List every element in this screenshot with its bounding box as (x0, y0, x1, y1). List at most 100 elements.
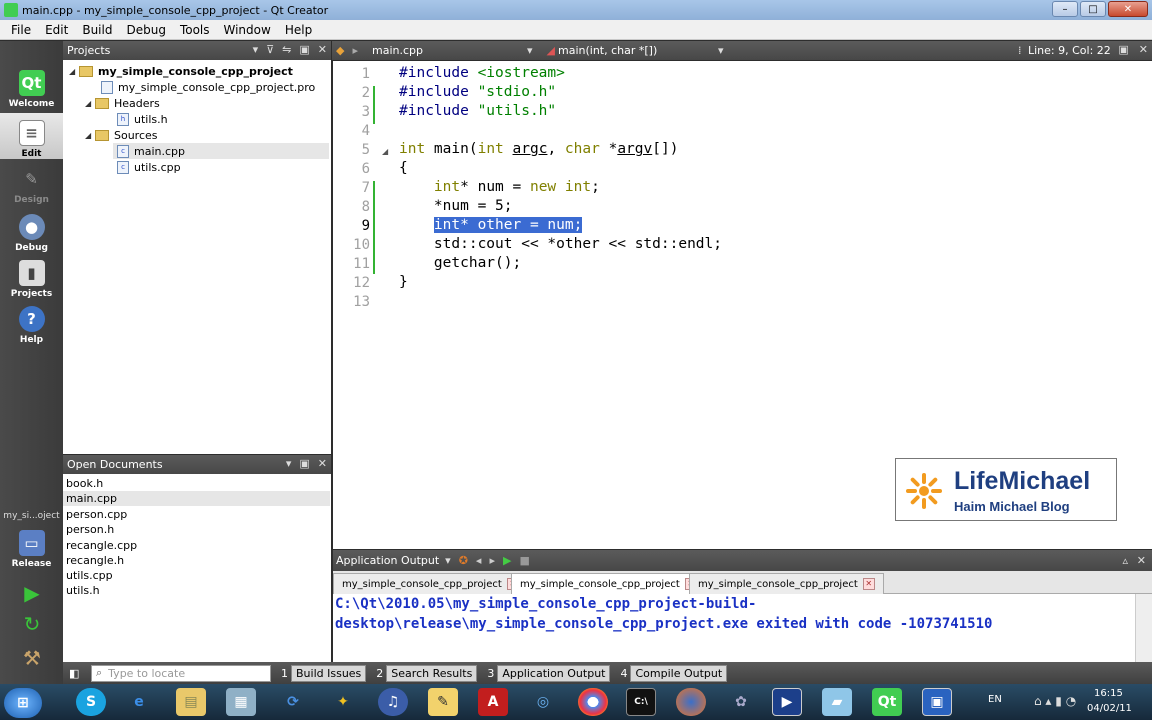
dropdown-icon[interactable]: ▾ (253, 43, 259, 56)
window-icon[interactable]: ▰ (822, 688, 852, 716)
open-document-item[interactable]: person.h (63, 522, 330, 537)
paint-icon[interactable]: ✿ (726, 688, 756, 716)
pane-build-issues[interactable]: 1 Build Issues (281, 664, 367, 682)
tray-icons[interactable]: ⌂ ▴ ▮ ◔ (1034, 694, 1076, 708)
control-panel-icon[interactable]: ▦ (226, 688, 256, 716)
qt-creator-taskbar-icon[interactable]: Qt (872, 688, 902, 716)
output-scrollbar[interactable] (1135, 594, 1152, 662)
pane-application-output[interactable]: 3 Application Output (487, 664, 611, 682)
close-button[interactable]: ✕ (1108, 1, 1148, 17)
open-document-item[interactable]: recangle.cpp (63, 538, 330, 553)
open-document-item[interactable]: recangle.h (63, 553, 330, 568)
build-hammer-icon[interactable]: ⚒ (17, 645, 47, 671)
open-document-item[interactable]: book.h (63, 476, 330, 491)
project-tree: ◢ my_simple_console_cpp_project my_simple… (63, 60, 331, 454)
stop-icon[interactable]: ✪ (459, 554, 468, 567)
menu-bar: File Edit Build Debug Tools Window Help (0, 20, 1152, 40)
tree-sources-folder[interactable]: ◢ Sources (85, 127, 158, 143)
tree-file-main-cpp[interactable]: c main.cpp (113, 143, 329, 159)
notepad-icon[interactable]: ✎ (428, 688, 458, 716)
link-icon[interactable]: ⇋ (282, 43, 291, 56)
prev-icon[interactable]: ◂ (476, 554, 482, 567)
locator-input[interactable]: ⌕ Type to locate (91, 664, 271, 682)
function-selector[interactable]: main(int, char *[]) (558, 44, 718, 57)
dropdown-icon[interactable]: ▾ (445, 554, 451, 567)
menu-window[interactable]: Window (224, 23, 271, 37)
remote-desktop-icon[interactable]: ▣ (922, 688, 952, 716)
firefox-icon[interactable] (676, 688, 706, 716)
pane-compile-output[interactable]: 4 Compile Output (620, 664, 728, 682)
tree-file-utils-cpp[interactable]: c utils.cpp (117, 159, 181, 175)
mode-design[interactable]: ✎ Design (0, 159, 63, 205)
tree-project-root[interactable]: ◢ my_simple_console_cpp_project (69, 63, 293, 79)
chrome-icon[interactable] (578, 688, 608, 716)
safari-icon[interactable]: ◎ (528, 688, 558, 716)
maximize-pane-icon[interactable]: ▵ (1122, 554, 1128, 567)
run-icon[interactable]: ▶ (503, 554, 511, 567)
run-icon[interactable]: ▶ (17, 580, 47, 606)
filter-icon[interactable]: ⊽ (266, 43, 274, 56)
clear-icon[interactable]: ■ (519, 554, 529, 567)
mode-projects[interactable]: ▮ Projects (0, 253, 63, 299)
mode-debug[interactable]: ● Debug (0, 207, 63, 253)
pane-search-results[interactable]: 2 Search Results (376, 664, 478, 682)
menu-tools[interactable]: Tools (180, 23, 210, 37)
split-icon[interactable]: ▣ (299, 43, 309, 56)
next-icon[interactable]: ▸ (489, 554, 495, 567)
menu-build[interactable]: Build (82, 23, 112, 37)
close-icon[interactable]: ✕ (318, 43, 327, 56)
tree-headers-folder[interactable]: ◢ Headers (85, 95, 160, 111)
dropdown-icon[interactable]: ▾ (286, 457, 292, 470)
output-tab-active[interactable]: my_simple_console_cpp_project✕ (511, 573, 706, 594)
open-document-item[interactable]: utils.cpp (63, 568, 330, 583)
internet-explorer-icon[interactable]: e (124, 688, 154, 716)
split-icon[interactable]: ▣ (299, 457, 309, 470)
file-selector[interactable]: main.cpp (372, 44, 527, 57)
back-arrow-icon[interactable]: ◆ (336, 44, 344, 57)
open-document-item[interactable]: main.cpp (63, 491, 330, 506)
mode-help[interactable]: ? Help (0, 299, 63, 345)
target-selector[interactable]: ▭ Release (0, 523, 63, 569)
minimize-button[interactable]: – (1052, 1, 1078, 17)
fold-marker-icon[interactable]: ◢ (382, 147, 388, 156)
mode-welcome[interactable]: Qt Welcome (0, 63, 63, 109)
menu-help[interactable]: Help (285, 23, 312, 37)
forward-arrow-icon[interactable]: ▸ (352, 44, 358, 57)
tree-pro-file[interactable]: my_simple_console_cpp_project.pro (101, 79, 315, 95)
itunes-icon[interactable]: ♫ (378, 688, 408, 716)
projects-panel-header: Projects ▾ ⊽ ⇋ ▣ ✕ (63, 41, 331, 60)
menu-debug[interactable]: Debug (126, 23, 165, 37)
split-icon[interactable]: ▣ (1118, 43, 1128, 56)
clock-date[interactable]: 04/02/11 (1087, 703, 1132, 714)
dropdown-icon[interactable]: ▾ (527, 44, 533, 57)
skype-icon[interactable]: S (76, 688, 106, 716)
clock-time[interactable]: 16:15 (1094, 688, 1123, 699)
close-tab-icon[interactable]: ✕ (862, 578, 875, 590)
code-editor[interactable]: 1 2 3 4 5 6 7 8 9 10 11 12 13 ◢ #include… (333, 61, 1152, 549)
explorer-folder-icon[interactable]: ▤ (176, 688, 206, 716)
document-icon: ≡ (18, 120, 45, 146)
open-document-item[interactable]: utils.h (63, 583, 330, 598)
close-icon[interactable]: ✕ (318, 457, 327, 470)
menu-edit[interactable]: Edit (45, 23, 68, 37)
output-tab[interactable]: my_simple_console_cpp_project✕ (333, 573, 528, 594)
tree-file-utils-h[interactable]: h utils.h (117, 111, 168, 127)
start-button[interactable]: ⊞ (4, 688, 42, 718)
command-prompt-icon[interactable]: C:\ (626, 688, 656, 716)
sync-icon[interactable]: ⟳ (278, 688, 308, 716)
messenger-icon[interactable]: ✦ (328, 688, 358, 716)
close-icon[interactable]: ✕ (1139, 43, 1148, 56)
open-document-item[interactable]: person.cpp (63, 507, 330, 522)
debug-run-icon[interactable]: ↻ (17, 611, 47, 637)
sidebar-toggle-icon[interactable]: ◧ (69, 667, 79, 680)
mode-edit[interactable]: ≡ Edit (0, 113, 63, 159)
pdf-icon[interactable]: A (478, 688, 508, 716)
output-tab[interactable]: my_simple_console_cpp_project✕ (689, 573, 884, 594)
editor-toolbar: ◆ ▸ main.cpp ▾ ◢ main(int, char *[]) ▾ ⁞… (332, 41, 1152, 60)
maximize-button[interactable]: □ (1080, 1, 1106, 17)
language-indicator[interactable]: EN (988, 694, 1002, 705)
media-player-icon[interactable]: ▶ (772, 688, 802, 716)
close-icon[interactable]: ✕ (1137, 554, 1146, 567)
menu-file[interactable]: File (11, 23, 31, 37)
dropdown-icon[interactable]: ▾ (718, 44, 724, 57)
